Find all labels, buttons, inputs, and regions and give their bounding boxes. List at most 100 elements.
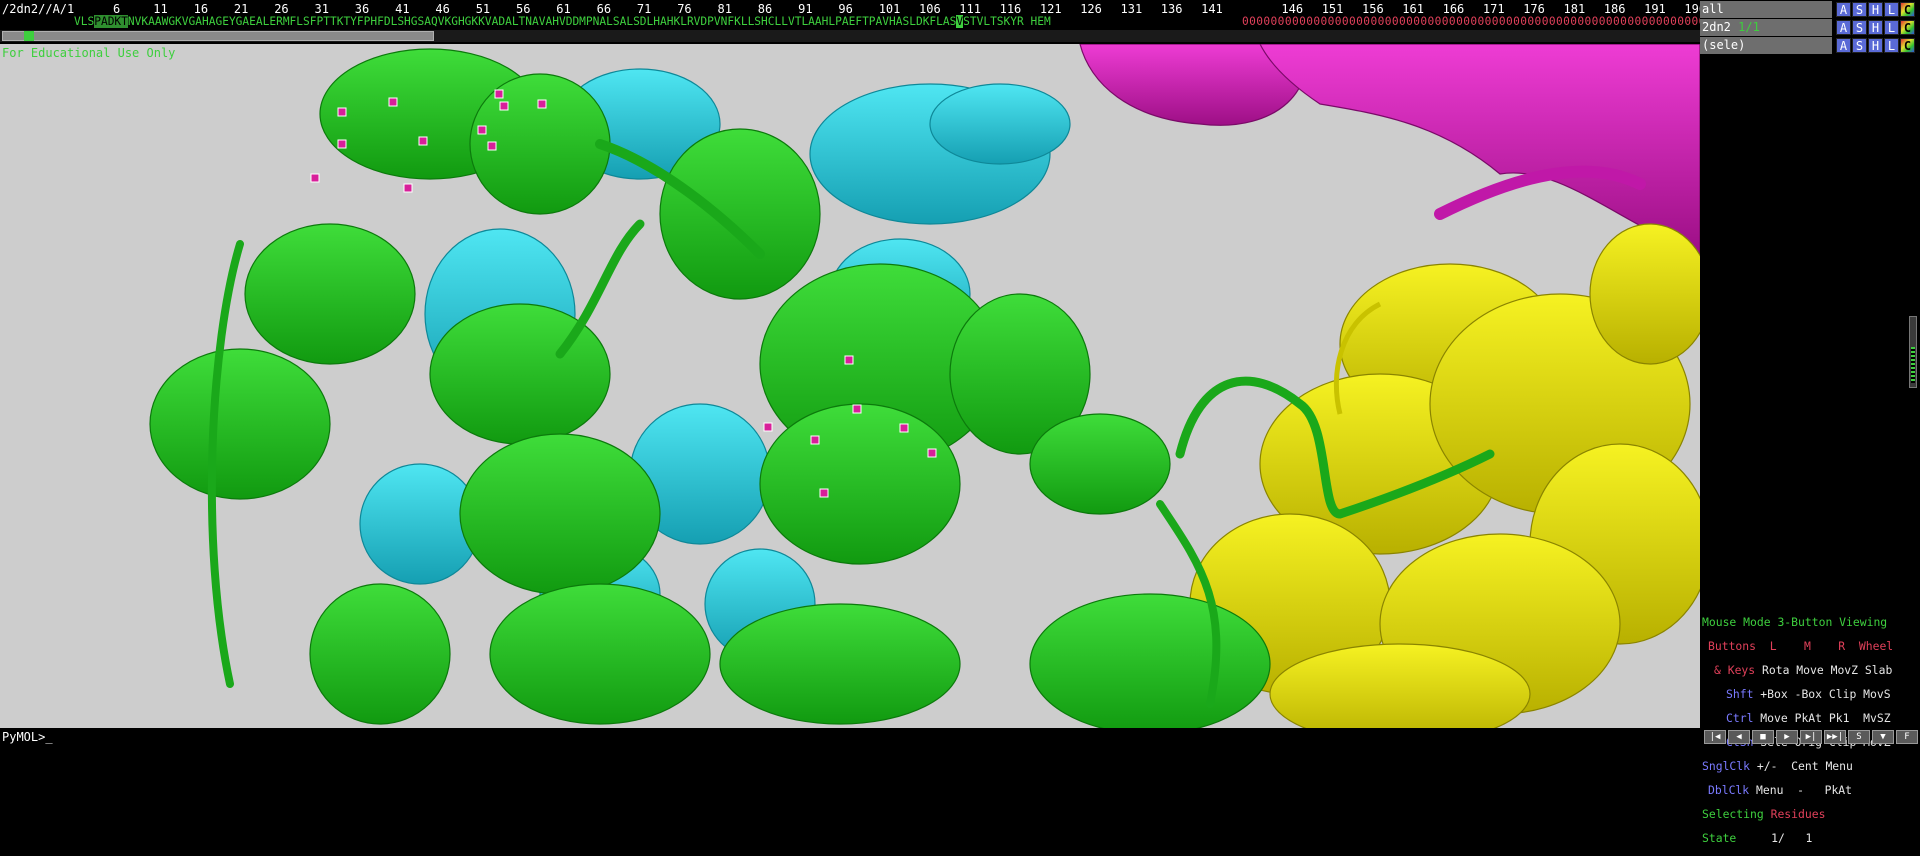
selecting-label[interactable]: Selecting [1702, 807, 1764, 821]
residue-number: 196 [1684, 2, 1700, 16]
object-label: (sele) [1702, 38, 1746, 52]
hide-button[interactable]: H [1868, 2, 1883, 17]
object-name-sele[interactable]: (sele) [1700, 37, 1832, 54]
residue-number: 161 [1402, 2, 1424, 16]
end-button[interactable]: ▶▶| [1824, 730, 1846, 744]
slider-indicator [1911, 347, 1915, 383]
residue-number: 6 [113, 2, 121, 16]
object-label: all [1702, 2, 1724, 16]
label-button[interactable]: L [1884, 2, 1899, 17]
sequence-scroll-thumb[interactable] [2, 31, 434, 41]
ctrl-label: Ctrl [1726, 711, 1754, 725]
show-button[interactable]: S [1852, 38, 1867, 53]
forward-button[interactable]: ▶| [1800, 730, 1822, 744]
color-button[interactable]: C [1900, 2, 1915, 17]
residue-number: 106 [919, 2, 941, 16]
residue-number: 81 [717, 2, 732, 16]
residues-pre[interactable]: VLS [74, 15, 94, 28]
sequence-residues[interactable]: VLSPADKTNVKAAWGKVGAHAGEYGAEALERMFLSFPTTK… [74, 15, 1051, 28]
molecule-viewport[interactable]: For Educational Use Only [0, 44, 1700, 728]
scene-button[interactable]: S [1848, 730, 1870, 744]
residue-number: 46 [435, 2, 450, 16]
mouse-mode-label[interactable]: Mouse Mode [1702, 615, 1771, 629]
residue-number: 86 [757, 2, 773, 16]
residues-main[interactable]: NVKAAWGKVGAHAGEYGAEALERMFLSFPTTKTYFPHFDL… [128, 15, 956, 28]
residue-number: 116 [999, 2, 1022, 16]
stop-button[interactable]: ■ [1752, 730, 1774, 744]
play-button[interactable]: ▶ [1776, 730, 1798, 744]
double-click-row: Menu - PkAt [1756, 783, 1853, 797]
object-label: 2dn2 [1702, 20, 1731, 34]
ctrl-row: Move PkAt Pk1 MvSZ [1760, 711, 1891, 725]
residue-number: 136 [1160, 2, 1183, 16]
residue-number: 141 [1201, 2, 1223, 16]
color-button[interactable]: C [1900, 38, 1915, 53]
object-name-2dn2[interactable]: 2dn2 1/1 [1700, 19, 1832, 36]
residue-number: 31 [314, 2, 329, 16]
residue-number: 71 [636, 2, 652, 16]
keys-row: Rota Move MovZ Slab [1762, 663, 1893, 677]
residue-number: 171 [1482, 2, 1505, 16]
residue-number: 16 [193, 2, 209, 16]
action-button[interactable]: A [1836, 2, 1851, 17]
residue-number: 96 [838, 2, 853, 16]
residue-number: 191 [1644, 2, 1666, 16]
molecule-render[interactable] [0, 44, 1700, 728]
residue-number: 146 [1281, 2, 1304, 16]
action-button[interactable]: A [1836, 20, 1851, 35]
single-click-row: +/- Cent Menu [1756, 759, 1853, 773]
label-button[interactable]: L [1884, 38, 1899, 53]
residue-number: 181 [1563, 2, 1586, 16]
shift-label: Shft [1726, 687, 1754, 701]
selecting-mode-value[interactable]: Residues [1771, 807, 1826, 821]
residues-post[interactable]: STVLTSKYR HEM [963, 15, 1051, 28]
residue-number: 111 [959, 2, 981, 16]
collapse-button[interactable]: ▼ [1872, 730, 1894, 744]
residue-number: 61 [556, 2, 571, 16]
label-button[interactable]: L [1884, 20, 1899, 35]
back-button[interactable]: ◀ [1728, 730, 1750, 744]
residue-number: 131 [1120, 2, 1143, 16]
hide-button[interactable]: H [1868, 20, 1883, 35]
object-name-all[interactable]: all [1700, 1, 1832, 18]
object-row-sele[interactable]: (sele) A S H L C [1700, 37, 1920, 54]
residue-number: 121 [1039, 2, 1062, 16]
residues-highlighted[interactable]: PADKT [94, 15, 128, 28]
sequence-scroll-marker [24, 31, 34, 41]
sequence-scrollbar[interactable] [0, 30, 1700, 42]
residue-number: 41 [395, 2, 410, 16]
residue-number: 166 [1442, 2, 1465, 16]
state-value: 1/ 1 [1771, 831, 1813, 845]
mouse-mode-value[interactable]: 3-Button Viewing [1777, 615, 1887, 629]
residue-number: 21 [233, 2, 249, 16]
show-button[interactable]: S [1852, 2, 1867, 17]
shift-row: +Box -Box Clip MovS [1760, 687, 1891, 701]
residue-number: 26 [274, 2, 289, 16]
hide-button[interactable]: H [1868, 38, 1883, 53]
keys-label: & Keys [1714, 663, 1756, 677]
sequence-hetero-tail[interactable]: 0000000000000000000000000000000000000000… [1242, 15, 1700, 28]
fullscreen-button[interactable]: F [1896, 730, 1918, 744]
color-button[interactable]: C [1900, 20, 1915, 35]
single-click-label: SnglClk [1702, 759, 1751, 773]
residue-number: 36 [354, 2, 370, 16]
residue-number: 51 [475, 2, 491, 16]
residue-number: 101 [878, 2, 901, 16]
sequence-residue-numbers: 6 11 16 21 26 31 36 41 46 51 56 61 66 71 76 81 86 91 96 101… [0, 2, 1700, 16]
watermark-text: For Educational Use Only [2, 46, 176, 60]
residue-number: 76 [677, 2, 692, 16]
rewind-button[interactable]: |◀ [1704, 730, 1726, 744]
object-state-count: 1/1 [1738, 20, 1760, 34]
movie-controls: |◀ ◀ ■ ▶ ▶| ▶▶| S ▼ F [1702, 728, 1920, 746]
object-row-2dn2[interactable]: 2dn2 1/1 A S H L C [1700, 19, 1920, 36]
double-click-label: DblClk [1708, 783, 1750, 797]
residue-number: 66 [596, 2, 612, 16]
sequence-viewer[interactable]: /2dn2//A/1 6 11 16 21 26 31 36 41 46 51 56 61 66 71 76… [0, 0, 1700, 44]
object-row-all[interactable]: all A S H L C [1700, 1, 1920, 18]
panel-scroll-slider[interactable] [1909, 316, 1917, 388]
action-button[interactable]: A [1836, 38, 1851, 53]
command-line-input[interactable]: PyMOL>_ [0, 728, 1700, 746]
residue-number: 156 [1362, 2, 1384, 16]
residue-number: 91 [798, 2, 813, 16]
show-button[interactable]: S [1852, 20, 1867, 35]
